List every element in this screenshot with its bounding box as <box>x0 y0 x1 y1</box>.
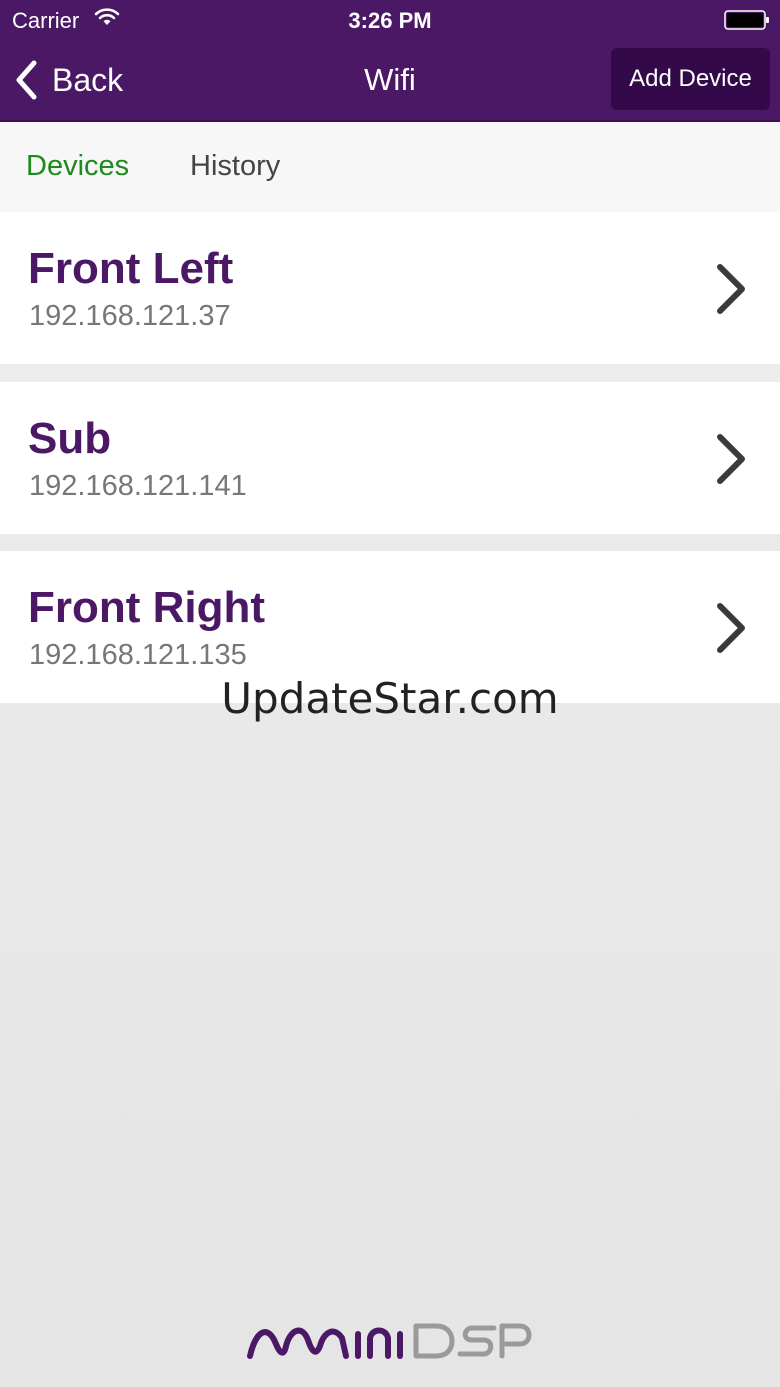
chevron-left-icon <box>16 60 37 100</box>
status-time: 3:26 PM <box>348 8 432 33</box>
device-ip: 192.168.121.135 <box>29 639 247 671</box>
screen: Carrier 3:26 PM Back Wifi Add Device Dev… <box>0 0 780 1387</box>
back-button[interactable]: Back <box>14 58 123 102</box>
status-bar: Carrier 3:26 PM <box>0 0 780 40</box>
minidsp-logo <box>247 1323 532 1359</box>
device-name: Front Left <box>28 244 234 293</box>
chevron-right-icon <box>717 264 745 314</box>
device-name: Front Right <box>28 583 266 632</box>
tab-devices[interactable]: Devices <box>26 150 129 183</box>
segment-tabs: Devices History <box>0 122 780 212</box>
device-ip: 192.168.121.37 <box>29 300 231 332</box>
battery-icon <box>724 10 769 30</box>
watermark-text: UpdateStar.com <box>221 674 559 723</box>
chevron-right-icon <box>717 603 745 653</box>
device-row-front-left[interactable]: Front Left 192.168.121.37 <box>0 212 780 364</box>
tab-history[interactable]: History <box>190 150 280 183</box>
device-name: Sub <box>28 414 112 463</box>
device-ip: 192.168.121.141 <box>29 470 247 502</box>
chevron-right-icon <box>717 434 745 484</box>
device-row-sub[interactable]: Sub 192.168.121.141 <box>0 382 780 534</box>
back-label: Back <box>52 61 124 98</box>
add-device-button[interactable]: Add Device <box>611 48 770 110</box>
nav-bar: Back Wifi Add Device <box>0 40 780 122</box>
